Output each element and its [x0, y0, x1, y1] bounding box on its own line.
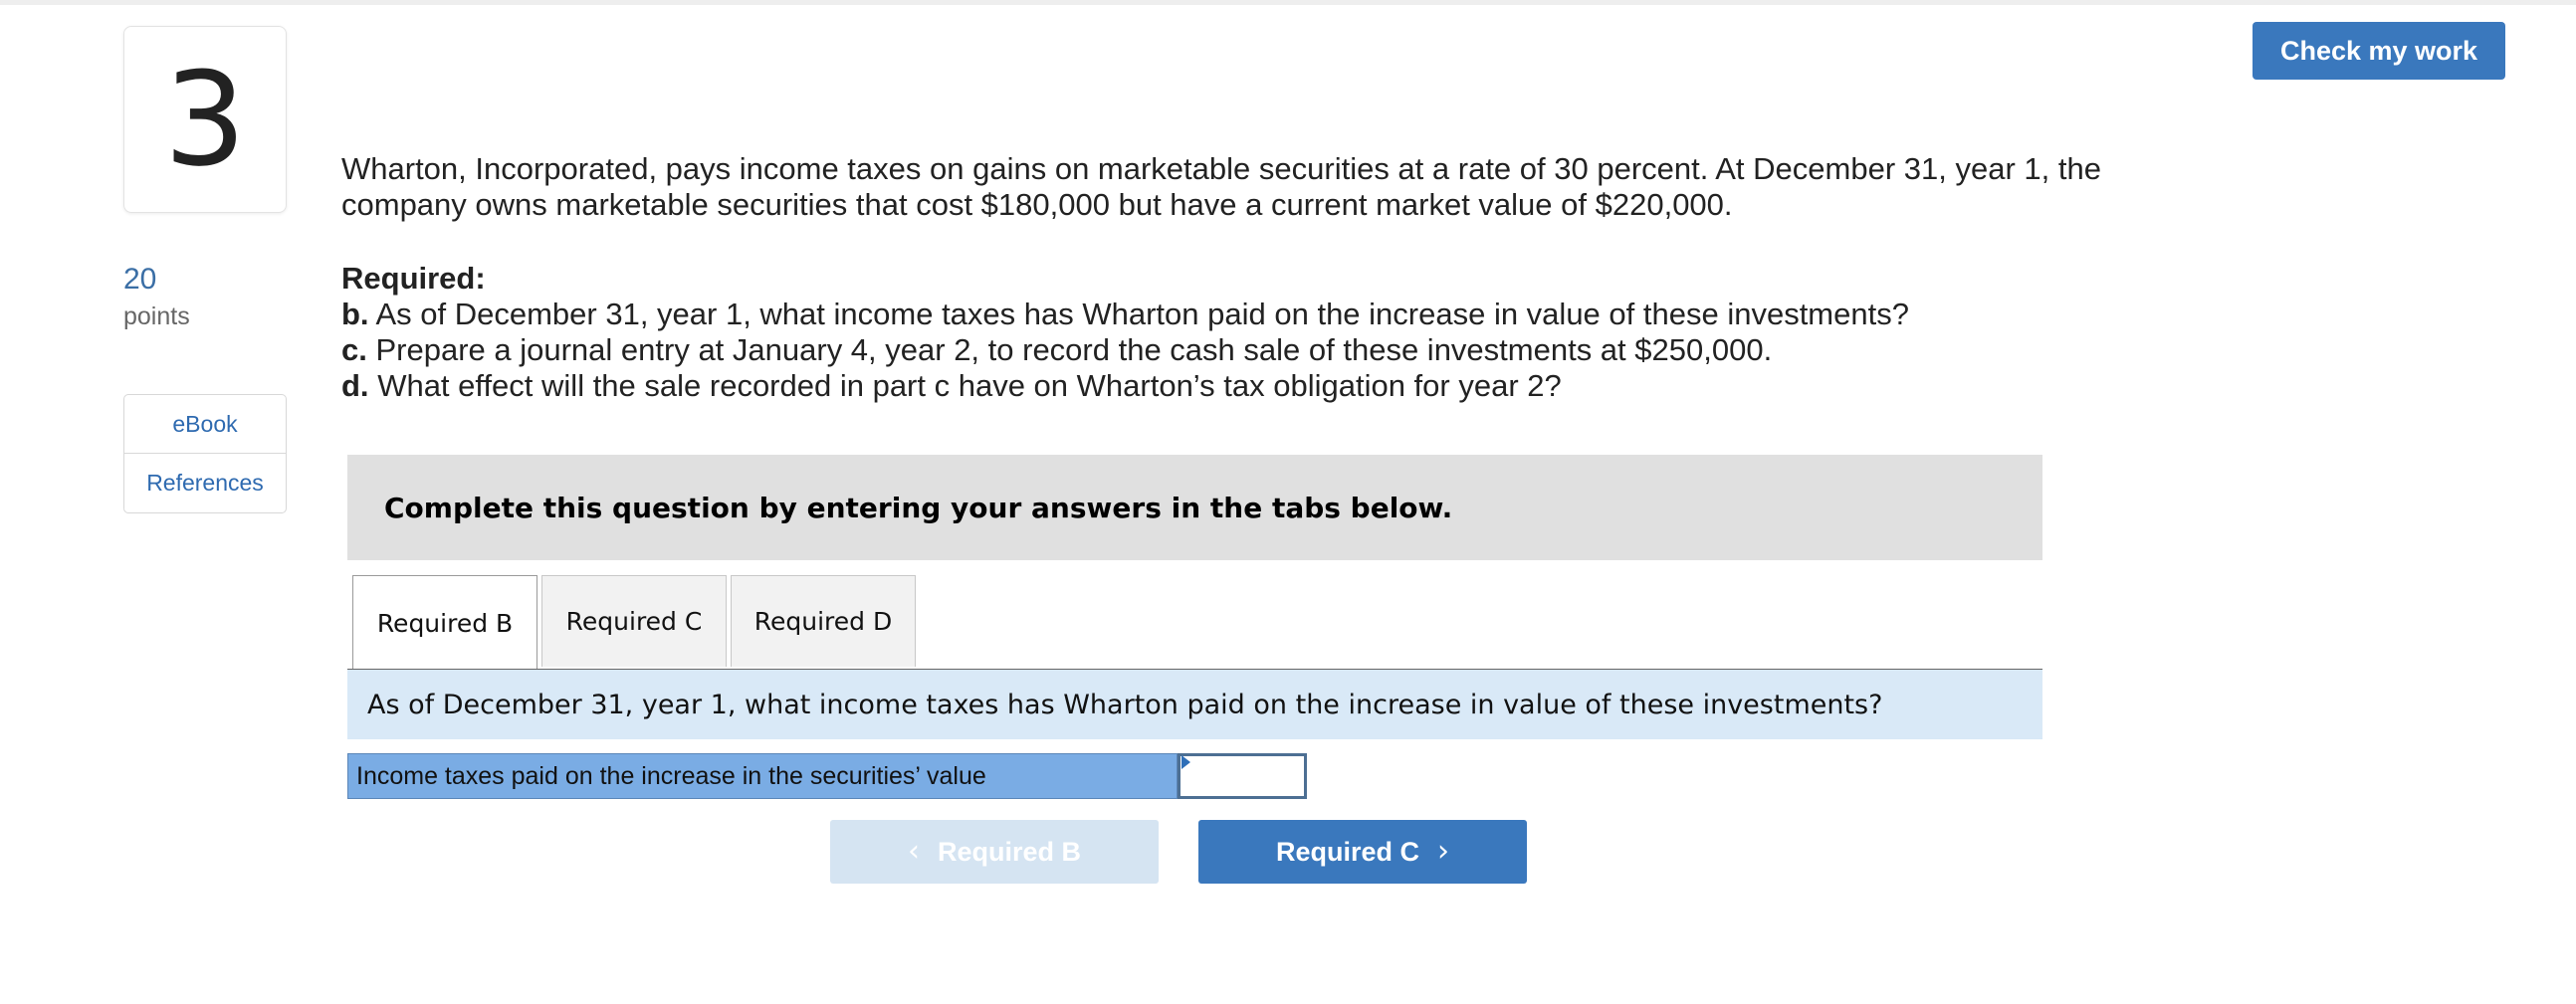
- input-marker-icon: [1181, 755, 1190, 769]
- requirement-letter: c.: [341, 332, 367, 367]
- next-tab-button[interactable]: Required C ›: [1198, 820, 1527, 884]
- tab-question-text: As of December 31, year 1, what income t…: [367, 689, 1883, 720]
- previous-tab-label: Required B: [937, 836, 1082, 867]
- question-number: 3: [123, 26, 287, 213]
- requirements-list: Required: b. As of December 31, year 1, …: [341, 261, 2133, 404]
- income-taxes-input[interactable]: [1178, 753, 1307, 799]
- requirement-text: What effect will the sale recorded in pa…: [377, 368, 1562, 403]
- requirement-letter: b.: [341, 297, 369, 331]
- tab-required-c[interactable]: Required C: [541, 575, 727, 667]
- resource-links: eBook References: [123, 394, 287, 513]
- check-my-work-button[interactable]: Check my work: [2253, 22, 2505, 80]
- top-divider: [0, 0, 2576, 5]
- tab-question-band: As of December 31, year 1, what income t…: [347, 670, 2042, 739]
- chevron-right-icon: ›: [1437, 834, 1450, 869]
- points-value: 20: [123, 263, 157, 296]
- instructions-text: Complete this question by entering your …: [384, 491, 1453, 524]
- points-label: points: [123, 302, 190, 330]
- answer-row: Income taxes paid on the increase in the…: [347, 753, 1307, 801]
- requirement-c: c. Prepare a journal entry at January 4,…: [341, 332, 2133, 368]
- references-link[interactable]: References: [124, 453, 286, 511]
- answer-label: Income taxes paid on the increase in the…: [347, 753, 1178, 799]
- ebook-link[interactable]: eBook: [124, 395, 286, 453]
- requirement-b: b. As of December 31, year 1, what incom…: [341, 297, 2133, 332]
- required-heading: Required:: [341, 261, 486, 296]
- requirement-text: Prepare a journal entry at January 4, ye…: [375, 332, 1773, 367]
- requirement-d: d. What effect will the sale recorded in…: [341, 368, 2133, 404]
- requirement-text: As of December 31, year 1, what income t…: [375, 297, 1909, 331]
- requirement-letter: d.: [341, 368, 369, 403]
- tab-required-b[interactable]: Required B: [352, 575, 537, 671]
- next-tab-label: Required C: [1275, 836, 1420, 867]
- chevron-left-icon: ‹: [907, 834, 920, 869]
- question-content: Wharton, Incorporated, pays income taxes…: [341, 151, 2133, 404]
- instructions-box: Complete this question by entering your …: [347, 455, 2042, 560]
- previous-tab-button[interactable]: ‹ Required B: [830, 820, 1159, 884]
- tab-required-d[interactable]: Required D: [731, 575, 916, 667]
- question-intro: Wharton, Incorporated, pays income taxes…: [341, 151, 2101, 222]
